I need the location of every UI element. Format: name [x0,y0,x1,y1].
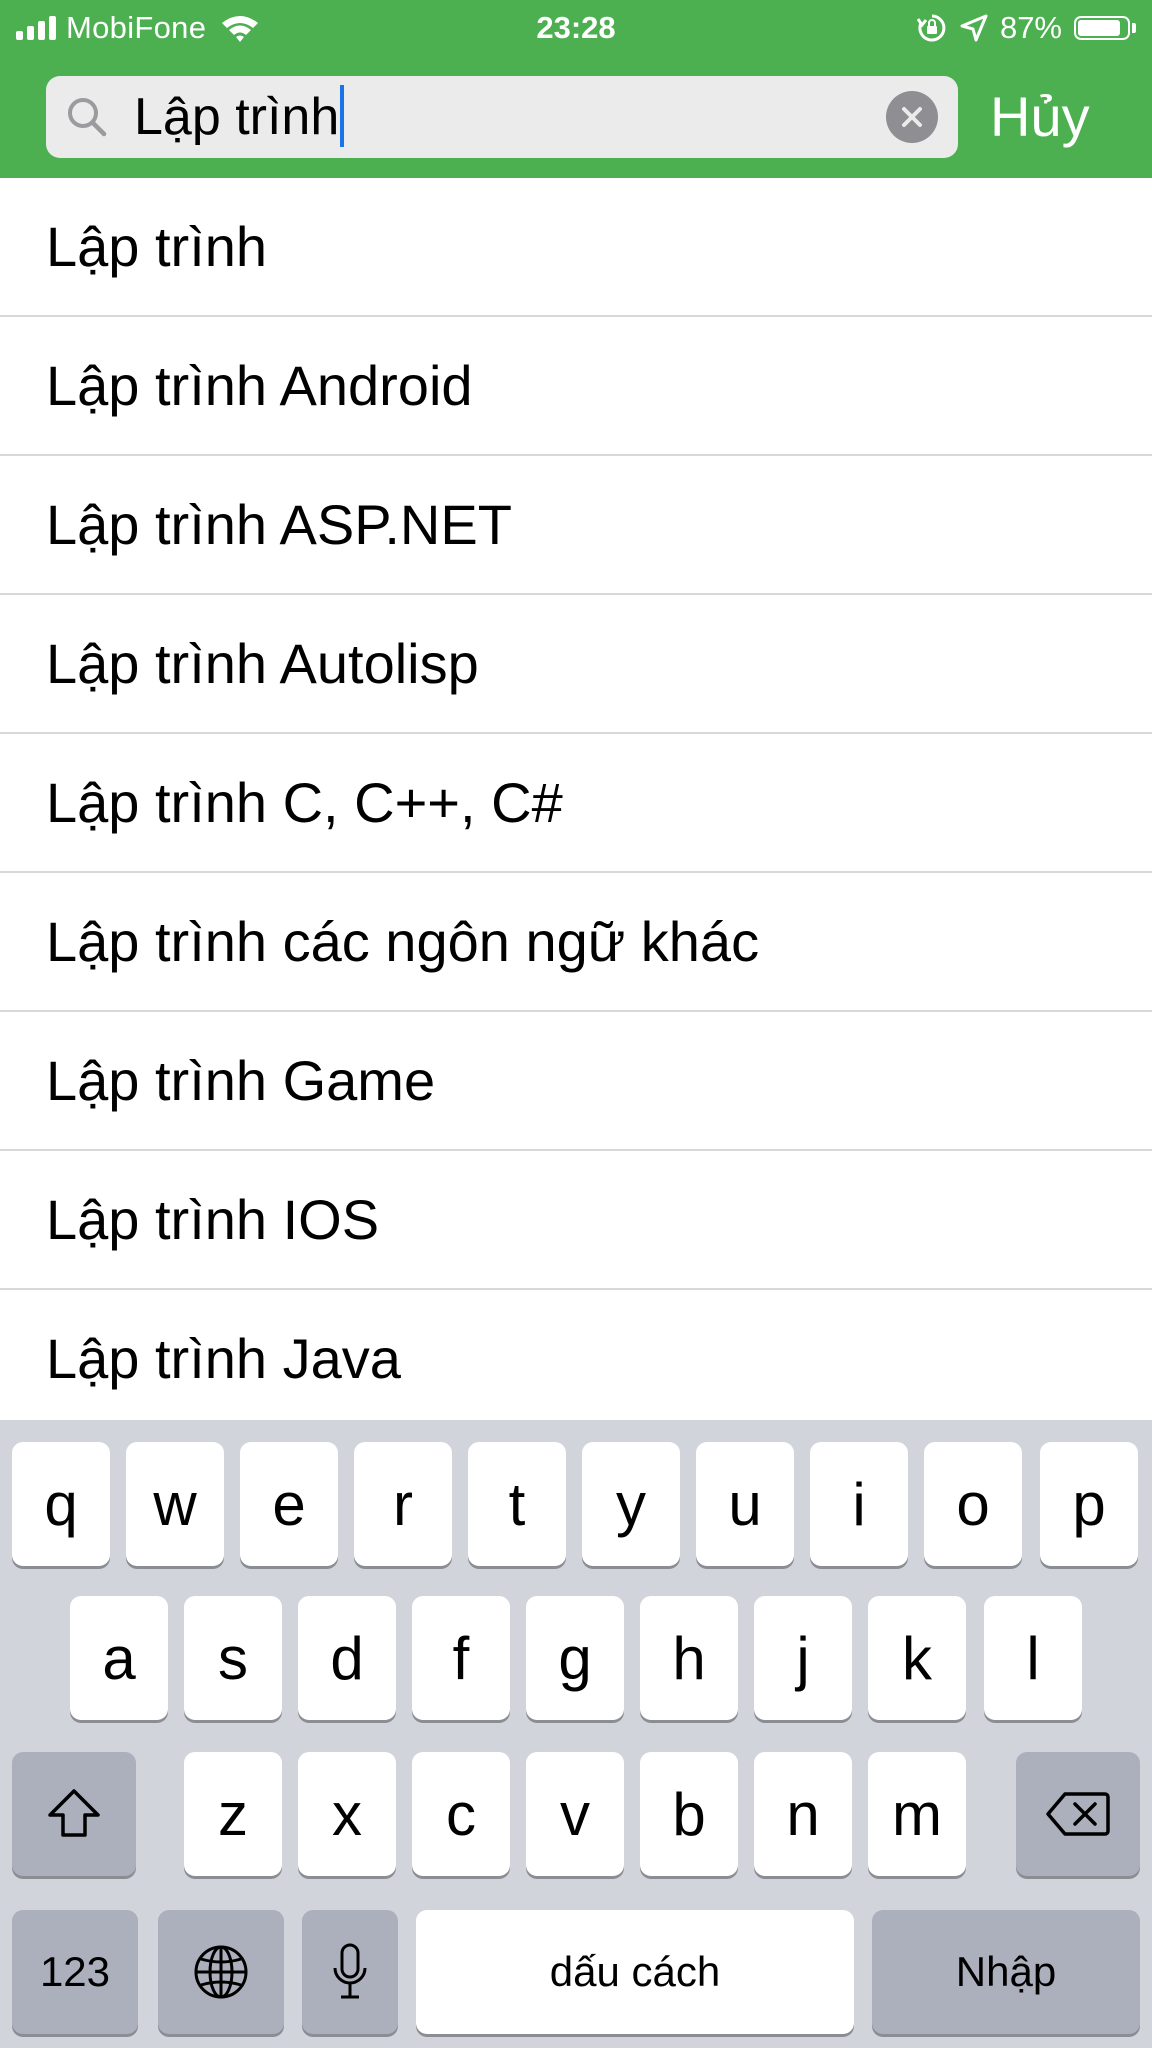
key-y[interactable]: y [582,1442,680,1566]
key-u[interactable]: u [696,1442,794,1566]
clear-search-button[interactable] [886,91,938,143]
backspace-key[interactable] [1016,1752,1140,1876]
return-key[interactable]: Nhập [872,1910,1140,2034]
key-p[interactable]: p [1040,1442,1138,1566]
suggestion-item[interactable]: Lập trình Android [0,317,1152,456]
suggestion-item[interactable]: Lập trình [0,178,1152,317]
key-n[interactable]: n [754,1752,852,1876]
key-r[interactable]: r [354,1442,452,1566]
key-b[interactable]: b [640,1752,738,1876]
key-a[interactable]: a [70,1596,168,1720]
keyboard: q w e r t y u i o p a s d f g h j k l z … [0,1420,1152,2048]
search-input-value: Lập trình [134,88,340,146]
suggestion-item[interactable]: Lập trình IOS [0,1151,1152,1290]
microphone-icon [333,1943,367,1999]
key-e[interactable]: e [240,1442,338,1566]
key-x[interactable]: x [298,1752,396,1876]
microphone-key[interactable] [302,1910,398,2034]
numbers-key[interactable]: 123 [12,1910,138,2034]
suggestion-item[interactable]: Lập trình Game [0,1012,1152,1151]
key-i[interactable]: i [810,1442,908,1566]
key-v[interactable]: v [526,1752,624,1876]
app-header: MobiFone 23:28 87% Lập trình Hủy [0,0,1152,178]
key-l[interactable]: l [984,1596,1082,1720]
key-d[interactable]: d [298,1596,396,1720]
suggestion-item[interactable]: Lập trình ASP.NET [0,456,1152,595]
space-key[interactable]: dấu cách [416,1910,854,2034]
text-caret [340,85,345,148]
carrier-name: MobiFone [66,10,207,45]
key-s[interactable]: s [184,1596,282,1720]
key-o[interactable]: o [924,1442,1022,1566]
key-j[interactable]: j [754,1596,852,1720]
suggestion-item[interactable]: Lập trình Autolisp [0,595,1152,734]
key-m[interactable]: m [868,1752,966,1876]
key-t[interactable]: t [468,1442,566,1566]
key-g[interactable]: g [526,1596,624,1720]
search-icon [68,98,107,137]
backspace-icon [1046,1792,1110,1836]
search-input[interactable]: Lập trình [134,76,345,158]
key-w[interactable]: w [126,1442,224,1566]
key-c[interactable]: c [412,1752,510,1876]
shift-icon [48,1789,100,1837]
wifi-icon [222,16,259,42]
suggestion-list: Lập trình Lập trình Android Lập trình AS… [0,178,1152,1420]
status-bar: MobiFone 23:28 87% [0,0,1152,58]
location-arrow-icon [960,14,988,42]
suggestion-item[interactable]: Lập trình Java [0,1290,1152,1420]
orientation-lock-icon [916,14,946,42]
battery-icon [1074,16,1136,40]
suggestion-item[interactable]: Lập trình các ngôn ngữ khác [0,873,1152,1012]
battery-percent: 87% [999,10,1062,45]
key-q[interactable]: q [12,1442,110,1566]
key-f[interactable]: f [412,1596,510,1720]
globe-key[interactable] [158,1910,284,2034]
search-bar[interactable]: Lập trình [46,76,958,158]
shift-key[interactable] [12,1752,136,1876]
key-z[interactable]: z [184,1752,282,1876]
key-k[interactable]: k [868,1596,966,1720]
signal-bars-icon [16,16,56,40]
key-h[interactable]: h [640,1596,738,1720]
suggestion-item[interactable]: Lập trình C, C++, C# [0,734,1152,873]
globe-icon [194,1945,248,1999]
close-icon [902,107,922,127]
cancel-button[interactable]: Hủy [990,76,1090,158]
